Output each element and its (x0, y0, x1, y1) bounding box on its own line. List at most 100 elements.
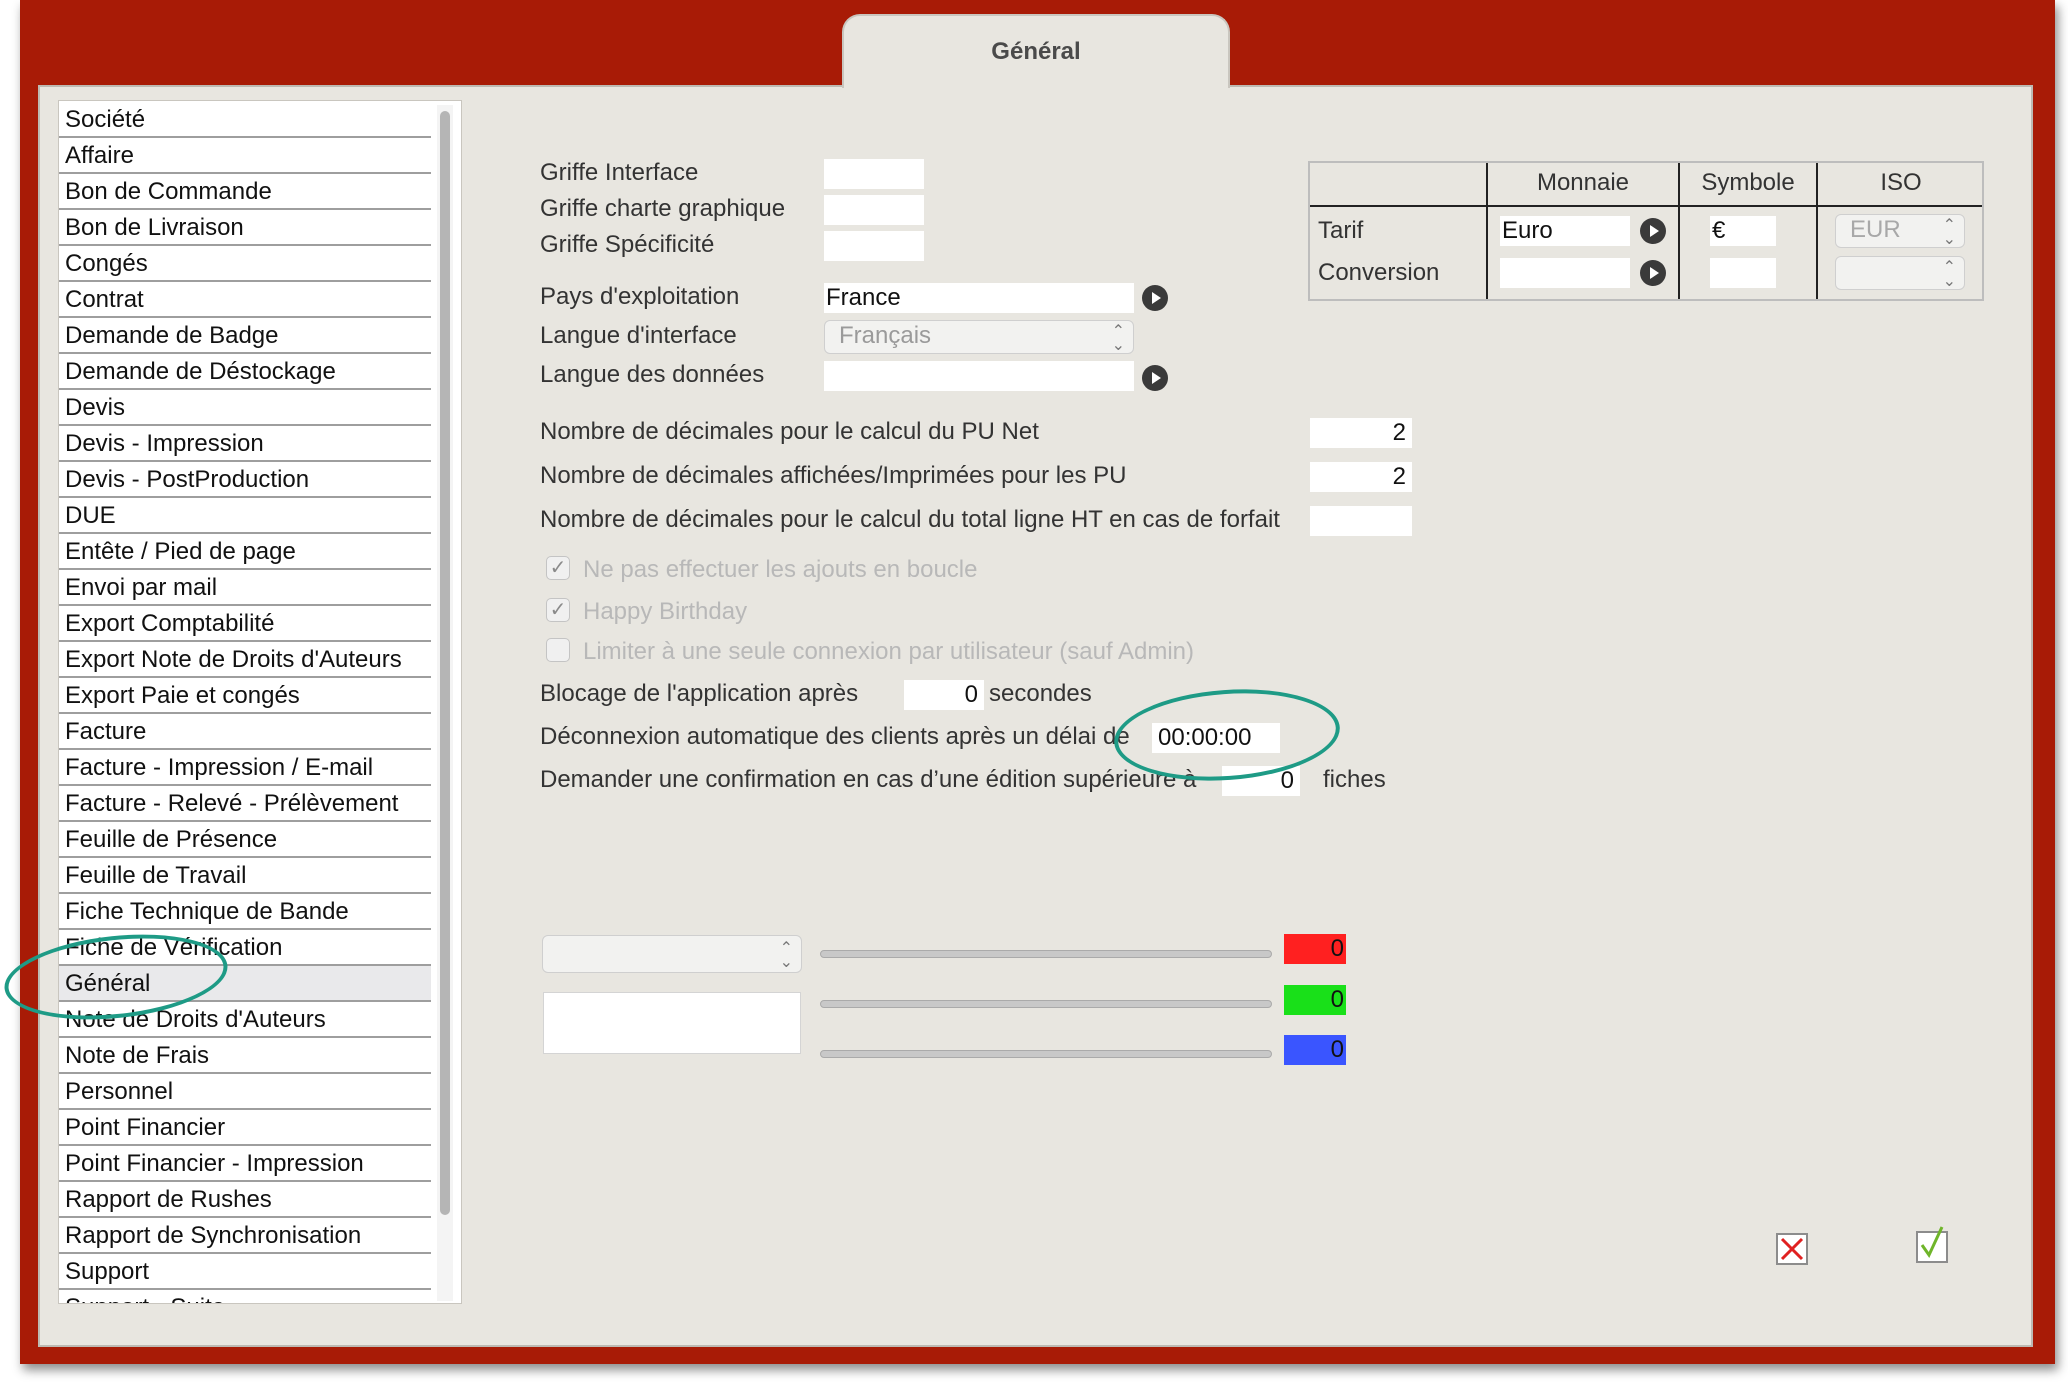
langue-donnees-field[interactable] (824, 361, 1134, 391)
griffe-interface-label: Griffe Interface (540, 159, 699, 186)
green-value-field[interactable]: 0 (1284, 985, 1346, 1015)
sidebar-item[interactable]: Export Paie et congés (59, 678, 431, 714)
sidebar-item[interactable]: Facture (59, 714, 431, 750)
langue-interface-value: Français (839, 322, 932, 349)
langue-interface-label: Langue d'interface (540, 322, 737, 349)
conversion-monnaie-go-icon[interactable] (1640, 260, 1666, 286)
sidebar-item[interactable]: Demande de Badge (59, 318, 431, 354)
sidebar-item[interactable]: Devis (59, 390, 431, 426)
sidebar-item[interactable]: Export Note de Droits d'Auteurs (59, 642, 431, 678)
chevron-up-down-icon: ⌃ ⌄ (1111, 323, 1125, 354)
row-conversion-label: Conversion (1318, 259, 1440, 286)
sidebar-item[interactable]: Devis - PostProduction (59, 462, 431, 498)
blue-slider[interactable] (820, 1050, 1272, 1058)
sidebar-item[interactable]: Envoi par mail (59, 570, 431, 606)
tarif-iso-select[interactable]: EUR ⌃ ⌄ (1835, 214, 1965, 248)
dec-pu-net-field[interactable]: 2 (1310, 418, 1412, 448)
tarif-iso-value: EUR (1850, 216, 1901, 243)
confirmation-label: Demander une confirmation en cas d’une é… (540, 766, 1197, 793)
conversion-symbole-field[interactable] (1710, 258, 1776, 288)
sidebar-item[interactable]: Devis - Impression (59, 426, 431, 462)
dec-pu-aff-label: Nombre de décimales affichées/Imprimées … (540, 462, 1127, 489)
sidebar-item[interactable]: Feuille de Travail (59, 858, 431, 894)
dec-pu-aff-field[interactable]: 2 (1310, 462, 1412, 492)
currency-table: Monnaie Symbole ISO Tarif Euro € EUR ⌃ ⌄ … (1308, 161, 1984, 301)
sidebar-item[interactable]: Note de Frais (59, 1038, 431, 1074)
checkbox-boucle-label: Ne pas effectuer les ajouts en boucle (583, 556, 978, 583)
color-preview (543, 992, 801, 1054)
checkbox-connexion-label: Limiter à une seule connexion par utilis… (583, 638, 1194, 665)
check-icon (1920, 1226, 1944, 1258)
checkbox-boucle[interactable]: ✓ (546, 556, 570, 580)
sidebar: Société Affaire Bon de Commande Bon de Livr… (58, 100, 462, 1304)
griffe-charte-label: Griffe charte graphique (540, 195, 786, 222)
sidebar-item[interactable]: Personnel (59, 1074, 431, 1110)
sidebar-item[interactable]: DUE (59, 498, 431, 534)
red-slider[interactable] (820, 950, 1272, 958)
sidebar-item[interactable]: Affaire (59, 138, 431, 174)
sidebar-list: Société Affaire Bon de Commande Bon de Livr… (59, 102, 431, 1303)
checkbox-birthday-label: Happy Birthday (583, 598, 748, 625)
sidebar-item[interactable]: Congés (59, 246, 431, 282)
chevron-up-down-icon: ⌃ ⌄ (779, 940, 793, 971)
griffe-charte-field[interactable] (824, 195, 924, 225)
sidebar-item[interactable]: Facture - Relevé - Prélèvement (59, 786, 431, 822)
tarif-symbole-field[interactable]: € (1710, 216, 1776, 246)
sidebar-item[interactable]: Bon de Livraison (59, 210, 431, 246)
sidebar-item[interactable]: Point Financier (59, 1110, 431, 1146)
sidebar-item[interactable]: Contrat (59, 282, 431, 318)
validate-button[interactable] (1916, 1226, 1948, 1263)
sidebar-item[interactable]: Demande de Déstockage (59, 354, 431, 390)
cancel-button[interactable] (1776, 1233, 1808, 1265)
tarif-monnaie-field[interactable]: Euro (1500, 216, 1630, 246)
tarif-monnaie-go-icon[interactable] (1640, 218, 1666, 244)
sidebar-item[interactable]: Entête / Pied de page (59, 534, 431, 570)
green-slider[interactable] (820, 1000, 1272, 1008)
langue-donnees-go-icon[interactable] (1142, 365, 1168, 391)
sidebar-scrollbar[interactable] (437, 105, 453, 1301)
sidebar-item[interactable]: Export Comptabilité (59, 606, 431, 642)
dec-pu-net-label: Nombre de décimales pour le calcul du PU… (540, 418, 1039, 445)
deconnexion-label: Déconnexion automatique des clients aprè… (540, 723, 1130, 750)
sidebar-item[interactable]: Société (59, 102, 431, 138)
sidebar-item[interactable]: Bon de Commande (59, 174, 431, 210)
header-symbole: Symbole (1701, 169, 1795, 196)
sidebar-item[interactable]: Fiche Technique de Bande (59, 894, 431, 930)
sidebar-item[interactable]: Rapport de Synchronisation (59, 1218, 431, 1254)
red-value-field[interactable]: 0 (1284, 934, 1346, 964)
pays-label: Pays d'exploitation (540, 283, 740, 310)
checkbox-birthday[interactable]: ✓ (546, 598, 570, 622)
griffe-specificite-label: Griffe Spécificité (540, 231, 715, 258)
sidebar-scroll-thumb[interactable] (440, 111, 450, 1215)
sidebar-item[interactable]: Feuille de Présence (59, 822, 431, 858)
close-icon (1780, 1237, 1804, 1261)
table-header-divider (1310, 205, 1982, 207)
sidebar-item[interactable]: Facture - Impression / E-mail (59, 750, 431, 786)
conversion-monnaie-field[interactable] (1500, 258, 1630, 288)
row-tarif-label: Tarif (1318, 217, 1364, 244)
chevron-up-down-icon: ⌃ ⌄ (1942, 217, 1956, 248)
header-monnaie: Monnaie (1536, 169, 1630, 196)
confirmation-unit: fiches (1323, 766, 1386, 793)
conversion-iso-select[interactable]: ⌃ ⌄ (1835, 256, 1965, 290)
blocage-field[interactable]: 0 (904, 680, 984, 710)
sidebar-item[interactable]: Support (59, 1254, 431, 1290)
langue-donnees-label: Langue des données (540, 361, 765, 388)
blue-value-field[interactable]: 0 (1284, 1035, 1346, 1065)
dec-forfait-field[interactable] (1310, 506, 1412, 536)
pays-go-icon[interactable] (1142, 285, 1168, 311)
color-preset-select[interactable]: ⌃ ⌄ (542, 935, 802, 973)
pays-field[interactable]: France (824, 283, 1134, 313)
checkbox-connexion[interactable] (546, 638, 570, 662)
tab-general[interactable]: Général (842, 14, 1230, 88)
griffe-specificite-field[interactable] (824, 231, 924, 261)
chevron-up-down-icon: ⌃ ⌄ (1942, 259, 1956, 290)
blocage-unit: secondes (989, 680, 1092, 707)
blocage-label: Blocage de l'application après (540, 680, 859, 707)
griffe-interface-field[interactable] (824, 159, 924, 189)
sidebar-item[interactable]: Point Financier - Impression (59, 1146, 431, 1182)
dec-forfait-label: Nombre de décimales pour le calcul du to… (540, 506, 1280, 533)
langue-interface-select[interactable]: Français ⌃ ⌄ (824, 320, 1134, 354)
sidebar-item[interactable]: Rapport de Rushes (59, 1182, 431, 1218)
sidebar-item[interactable]: Support - Suite (59, 1290, 431, 1303)
